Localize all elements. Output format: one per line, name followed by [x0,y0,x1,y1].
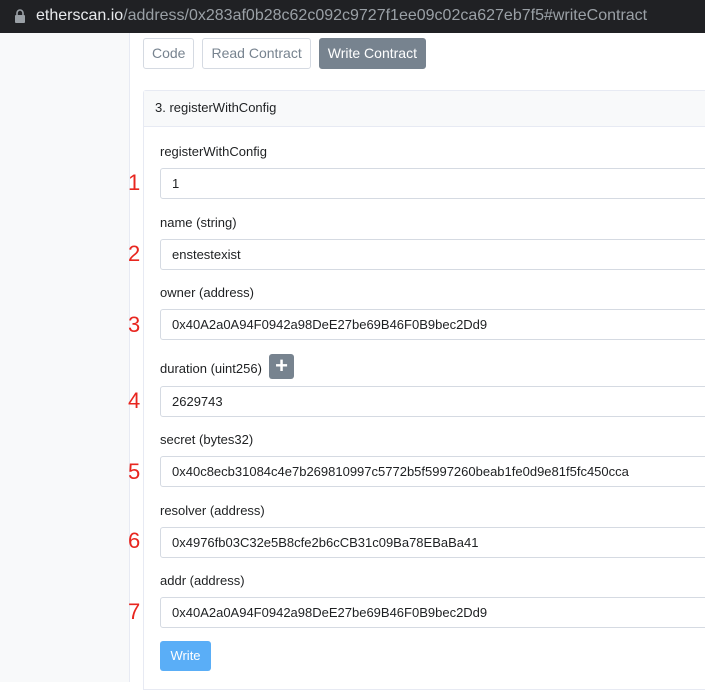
field-label-addr: addr (address) [160,573,245,588]
field-label-resolver: resolver (address) [160,503,265,518]
url-host: etherscan.io [36,7,124,24]
annotation-number-1: 1 [128,170,141,195]
tab-write-contract[interactable]: Write Contract [318,38,426,69]
url-path: /address/0x283af0b28c62c092c9727f1ee09c0… [123,7,648,24]
annotation-number-5: 5 [128,459,141,484]
lock-icon [15,9,25,23]
annotation-number-4: 4 [128,388,141,413]
field-label-registerwithconfig: registerWithConfig [160,144,267,159]
duration-input[interactable]: 2629743 [160,386,705,417]
field-label-name: name (string) [160,215,237,230]
field-label-owner: owner (address) [160,285,254,300]
resolver-input[interactable]: 0x4976fb03C32e5B8cfe2b6cCB31c09Ba78EBaBa… [160,527,705,558]
write-button[interactable]: Write [160,641,211,671]
annotation-number-2: 2 [128,241,141,266]
owner-input[interactable]: 0x40A2a0A94F0942a98DeE27be69B46F0B9bec2D… [160,309,705,340]
tab-code[interactable]: Code [143,38,195,69]
tab-read-contract[interactable]: Read Contract [202,38,311,69]
annotation-number-6: 6 [128,528,141,553]
browser-address-bar[interactable]: etherscan.io/address/0x283af0b28c62c092c… [0,0,705,33]
function-card-header[interactable]: 3. registerWithConfig [144,91,705,127]
registerwithconfig-input[interactable]: 1 [160,168,705,199]
addr-input[interactable]: 0x40A2a0A94F0942a98DeE27be69B46F0B9bec2D… [160,597,705,628]
field-label-duration: duration (uint256) [160,361,262,376]
annotation-number-7: 7 [128,599,141,624]
left-panel [0,33,130,682]
secret-input[interactable]: 0x40c8ecb31084c4e7b269810997c5772b5f5997… [160,456,705,487]
contract-tabs: Code Read Contract Write Contract [143,38,426,69]
url-text[interactable]: etherscan.io/address/0x283af0b28c62c092c… [36,7,647,25]
plus-icon[interactable]: + [269,354,294,379]
field-label-secret: secret (bytes32) [160,432,254,447]
name-input[interactable]: enstestexist [160,239,705,270]
annotation-number-3: 3 [128,312,141,337]
